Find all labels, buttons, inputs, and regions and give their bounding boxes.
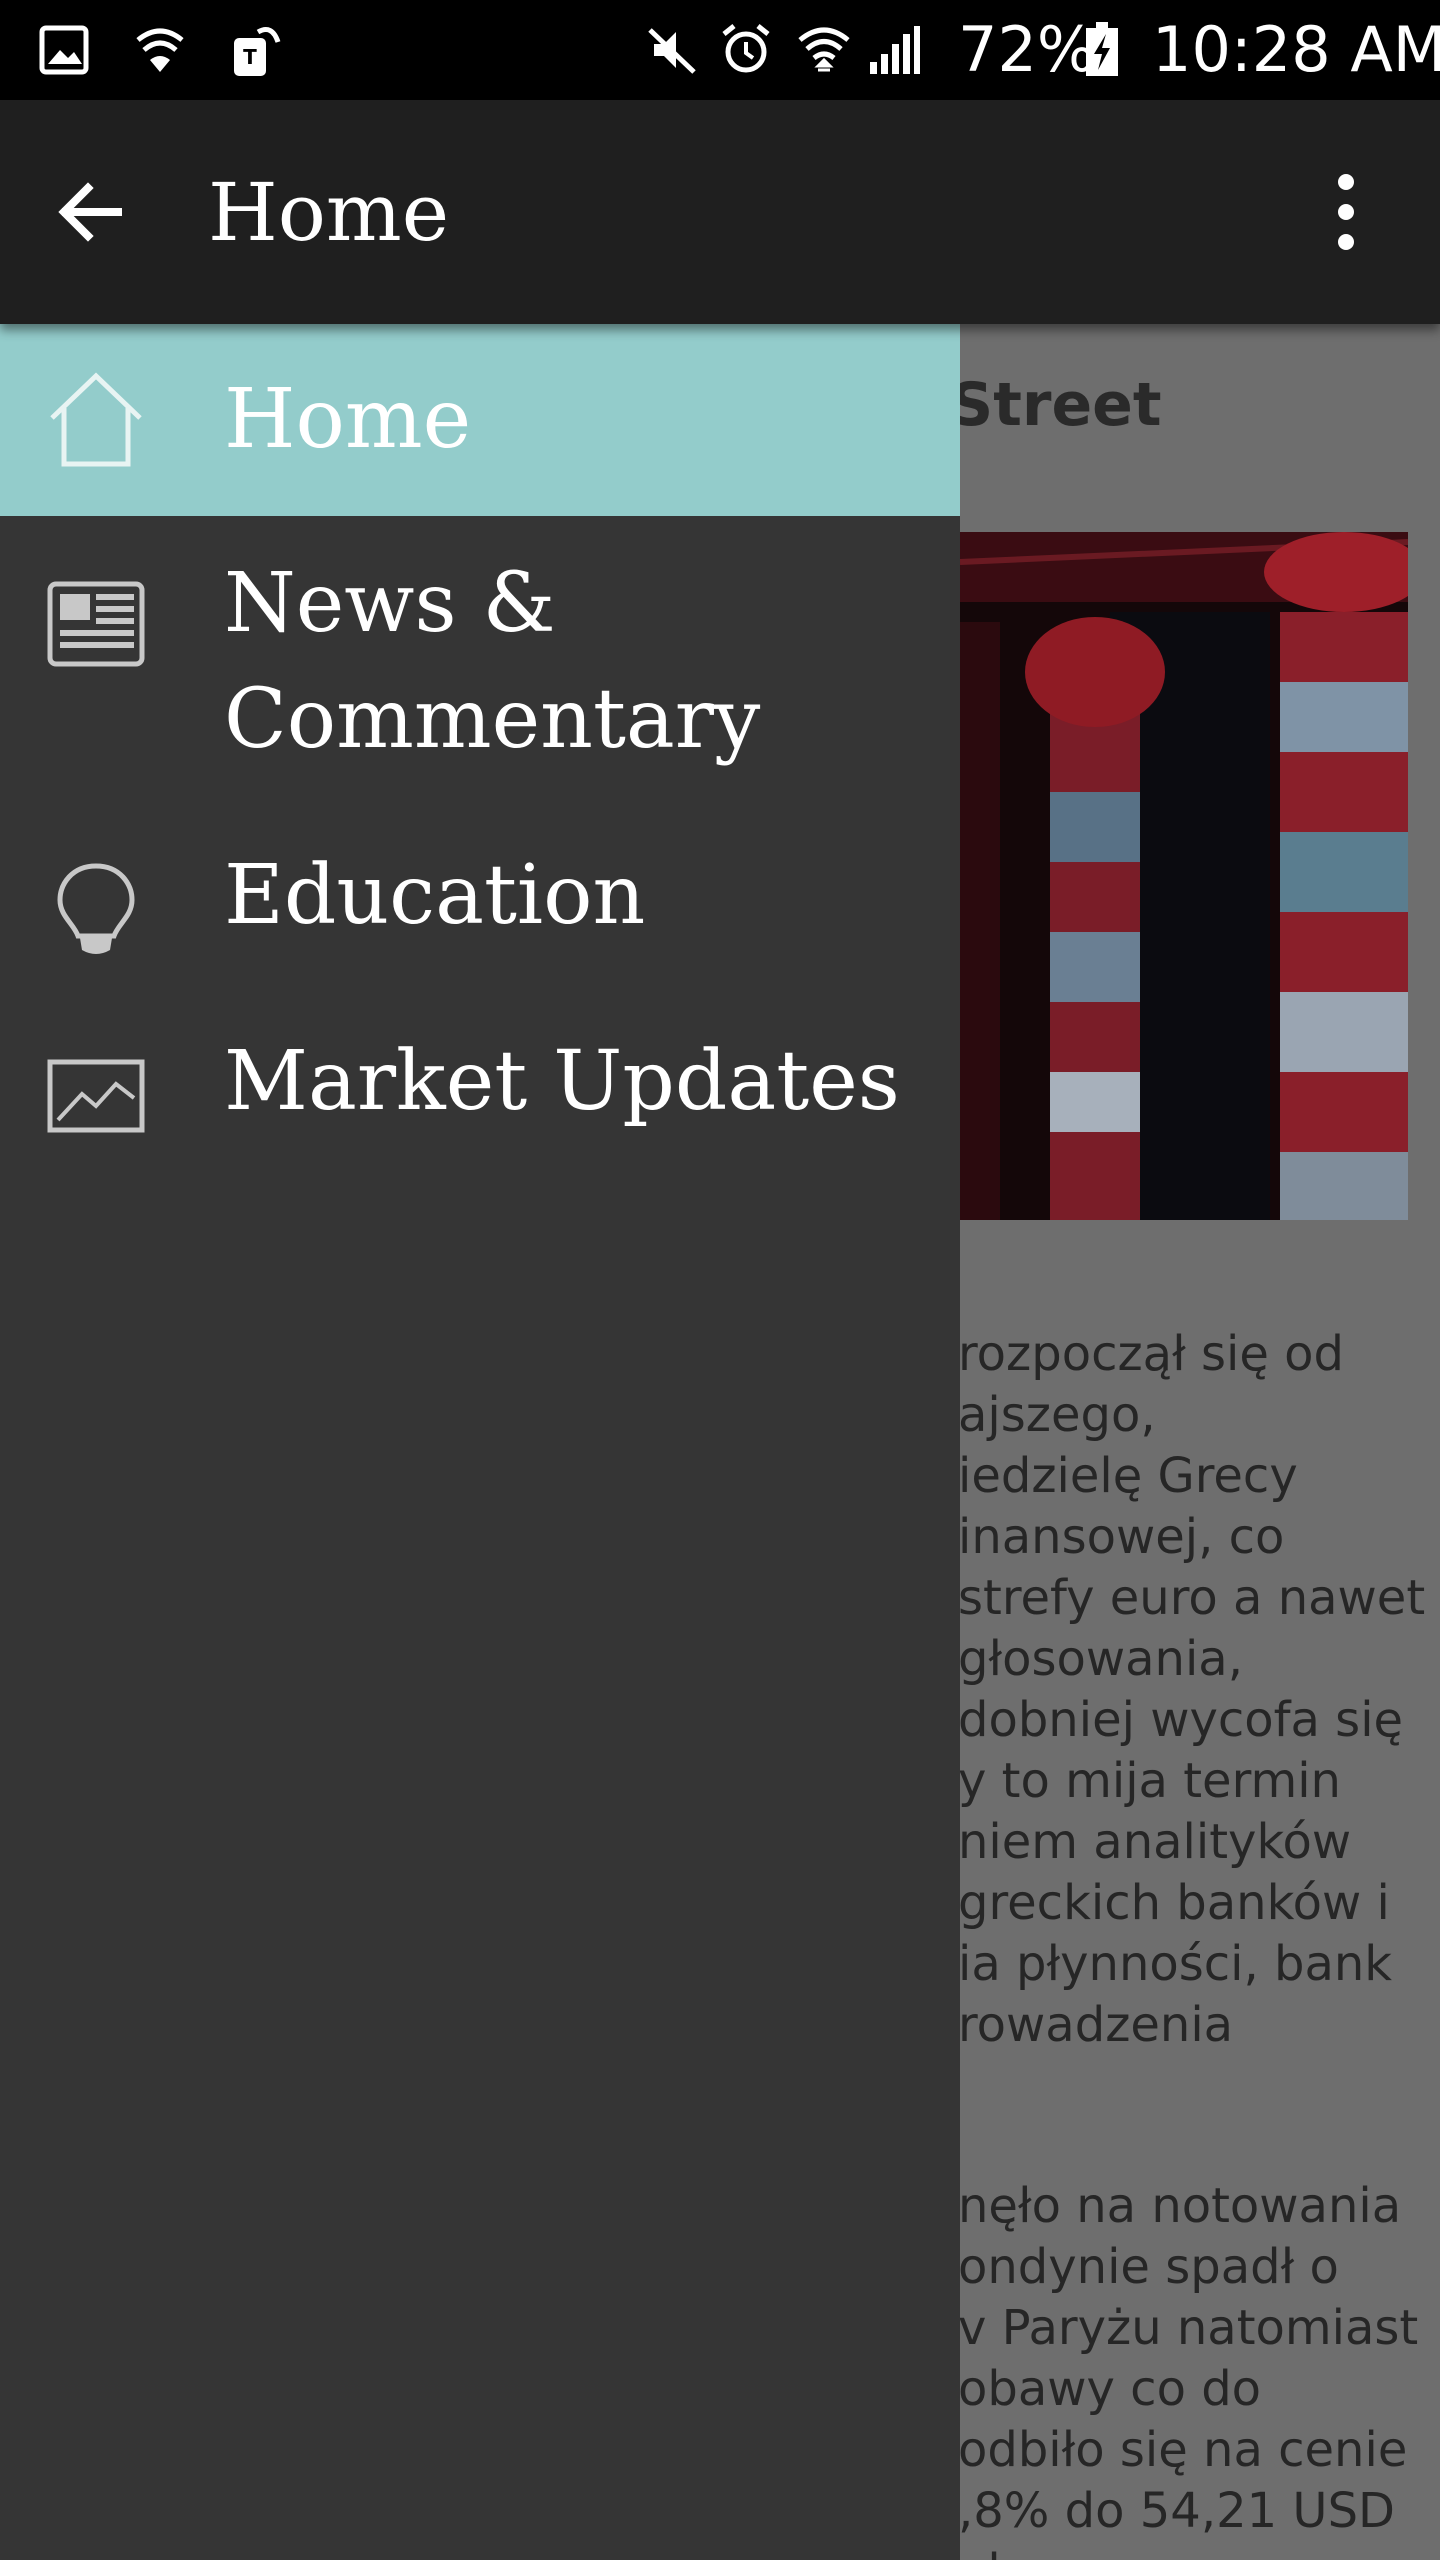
article-paragraph-2: nęło na notowania ondynie spadł o v Pary… [958, 2176, 1418, 2560]
drawer-item-market-updates[interactable]: Market Updates [0, 1004, 960, 1196]
paragraph-line: dobniej wycofa się [958, 1692, 1404, 1748]
gallery-icon [39, 25, 89, 75]
paragraph-line: ondynie spadł o [958, 2239, 1339, 2295]
app-bar: Home [0, 100, 1440, 324]
drawer-item-label: Market Updates [224, 1034, 900, 1129]
paragraph-line: obawy co do [958, 2361, 1262, 2417]
article-photo [960, 532, 1408, 1220]
drawer-item-news-commentary[interactable]: News & Commentary [0, 516, 960, 812]
tmobile-icon: T [234, 27, 281, 76]
paragraph-line: rowadzenia [958, 1997, 1234, 2053]
paragraph-line: głosowania, [958, 1631, 1243, 1687]
clock: 10:28 AM [1152, 13, 1440, 86]
right-column [1264, 532, 1408, 1220]
building-columns-image [960, 532, 1408, 1220]
paragraph-line: greckich banków i [958, 1875, 1390, 1931]
signal-icon [870, 26, 920, 74]
paragraph-line: ajszego, [958, 1387, 1156, 1443]
paragraph-line: ia płynności, bank [958, 1936, 1393, 1992]
wifi-icon [798, 27, 850, 72]
paragraph-line: y to mija termin [958, 1753, 1341, 1809]
paragraph-line: ol [958, 2542, 1418, 2560]
drawer-item-education[interactable]: Education [0, 812, 960, 1004]
battery-charging-icon [1086, 22, 1118, 76]
drawer-item-home[interactable]: Home [0, 324, 960, 516]
paragraph-line: v Paryżu natomiast [958, 2300, 1419, 2356]
arrow-back-icon[interactable] [52, 172, 132, 252]
article-headline: Street [950, 370, 1162, 440]
alarm-icon [722, 24, 770, 73]
lightbulb-icon [57, 863, 135, 954]
paragraph-line: odbiło się na cenie [958, 2422, 1408, 2478]
mute-icon [648, 28, 696, 74]
navigation-drawer: Home News & Commentary Education Market … [0, 324, 960, 2560]
paragraph-line: iedzielę Grecy [958, 1448, 1298, 1504]
paragraph-line: niem analityków [958, 1814, 1352, 1870]
wifi-shield-icon [136, 28, 184, 72]
page-title: Home [208, 166, 450, 259]
chart-icon [47, 1059, 145, 1133]
newspaper-icon [47, 581, 145, 667]
paragraph-line: rozpoczął się od [958, 1326, 1344, 1382]
svg-text:T: T [243, 45, 257, 69]
paragraph-line: nęło na notowania [958, 2178, 1402, 2234]
paragraph-line: strefy euro a nawet [958, 1570, 1426, 1626]
screen: T 72% 10:28 AM Home Street rozpoczął się… [0, 0, 1440, 2560]
home-icon [50, 372, 142, 467]
paragraph-line: inansowej, co [958, 1509, 1285, 1565]
status-bar: T 72% 10:28 AM [0, 0, 1440, 100]
more-vert-icon[interactable] [1316, 170, 1376, 254]
paragraph-line: ,8% do 54,21 USD [958, 2483, 1395, 2539]
drawer-item-label: News & Commentary [224, 556, 761, 767]
drawer-item-label: Home [224, 372, 472, 467]
battery-percent: 72% [958, 13, 1096, 86]
drawer-item-label: Education [224, 848, 646, 943]
article-paragraph-1: rozpoczął się od ajszego, iedzielę Grecy… [958, 1324, 1425, 2056]
